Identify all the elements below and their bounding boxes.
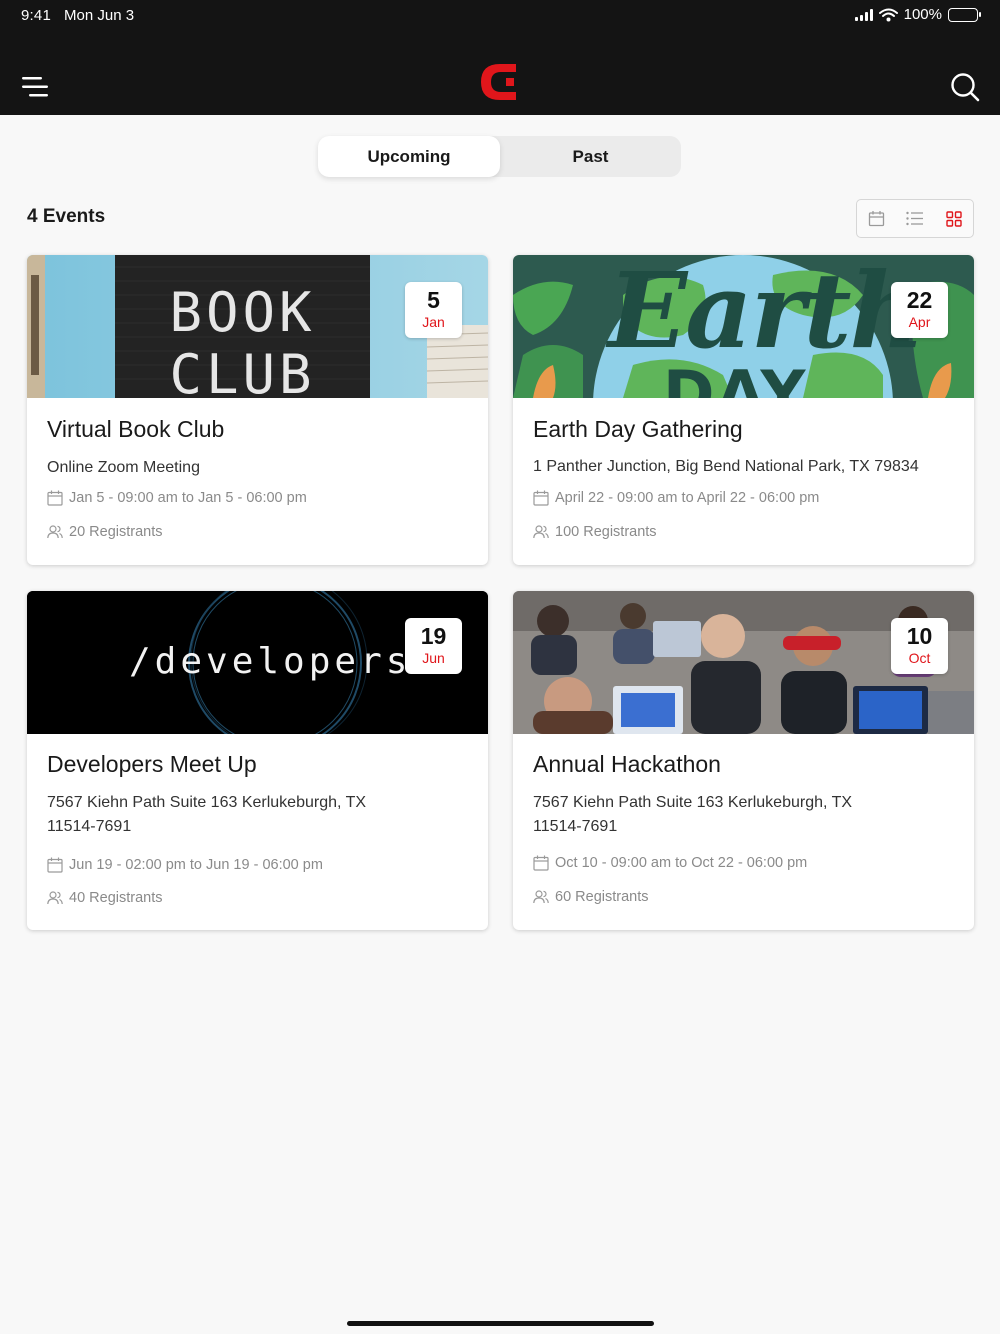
registrants-count: 60 Registrants [555, 889, 649, 905]
battery-icon [948, 7, 981, 22]
event-registrants: 40 Registrants [47, 890, 163, 906]
event-date-time: Jun 19 - 02:00 pm to Jun 19 - 06:00 pm [47, 857, 323, 873]
event-date-time: April 22 - 09:00 am to April 22 - 06:00 … [533, 490, 819, 506]
event-registrants: 60 Registrants [533, 889, 649, 905]
registrants-count: 40 Registrants [69, 890, 163, 906]
earth-day-image-line-1: Earth [608, 255, 925, 372]
date-month: Oct [908, 650, 931, 666]
event-title: Annual Hackathon [533, 751, 721, 777]
status-time: 9:41 [21, 7, 51, 24]
menu-icon[interactable] [21, 76, 49, 98]
event-card[interactable]: 10 Oct Annual Hackathon 7567 Kiehn Path … [513, 591, 974, 930]
event-location: 7567 Kiehn Path Suite 163 Kerlukeburgh, … [533, 794, 853, 835]
cellular-signal-icon [854, 8, 873, 21]
event-date-time: Jan 5 - 09:00 am to Jan 5 - 06:00 pm [47, 490, 307, 506]
wifi-icon [878, 8, 898, 21]
registrants-count: 100 Registrants [555, 524, 657, 540]
status-indicators: 100% [854, 6, 981, 23]
event-date-time: Oct 10 - 09:00 am to Oct 22 - 06:00 pm [533, 855, 807, 871]
date-month: Jun [422, 650, 445, 666]
grid-view-icon [945, 210, 962, 227]
users-icon [533, 890, 549, 904]
users-icon [533, 525, 549, 539]
home-indicator[interactable] [347, 1321, 654, 1326]
battery-percent: 100% [903, 6, 942, 23]
book-club-image-line-2: CLUB [169, 343, 316, 398]
events-count: 4 Events [27, 206, 106, 227]
tab-upcoming[interactable]: Upcoming [318, 136, 500, 177]
upcoming-past-tabs: Upcoming Past [318, 136, 681, 177]
users-icon [47, 891, 63, 905]
book-club-image-line-1: BOOK [169, 281, 316, 344]
status-date: Mon Jun 3 [64, 7, 135, 24]
date-badge: 10 Oct [891, 618, 948, 674]
event-when: Jun 19 - 02:00 pm to Jun 19 - 06:00 pm [69, 857, 323, 873]
event-registrants: 20 Registrants [47, 524, 163, 540]
view-toggle [856, 199, 974, 238]
event-card[interactable]: BOOK CLUB 5 Jan Virtual Book Club Online… [27, 255, 488, 565]
event-location: 1 Panther Junction, Big Bend National Pa… [533, 458, 919, 475]
event-title: Earth Day Gathering [533, 416, 743, 442]
event-location: 7567 Kiehn Path Suite 163 Kerlukeburgh, … [47, 794, 367, 835]
date-day: 10 [906, 623, 933, 649]
users-icon [47, 525, 63, 539]
search-icon[interactable] [950, 72, 980, 102]
list-view-icon [906, 211, 923, 226]
date-day: 22 [906, 287, 933, 313]
brand-logo-icon [481, 64, 516, 100]
date-day: 5 [427, 287, 440, 313]
event-when: Jan 5 - 09:00 am to Jan 5 - 06:00 pm [69, 490, 307, 506]
calendar-icon [533, 855, 549, 871]
date-badge: 19 Jun [405, 618, 462, 674]
date-badge: 5 Jan [405, 282, 462, 338]
event-title: Developers Meet Up [47, 751, 257, 777]
event-title: Virtual Book Club [47, 416, 225, 442]
calendar-icon [47, 857, 63, 873]
date-badge: 22 Apr [891, 282, 948, 338]
developers-image-text: /developers [129, 641, 412, 682]
event-when: Oct 10 - 09:00 am to Oct 22 - 06:00 pm [555, 855, 808, 871]
calendar-icon [533, 490, 549, 506]
event-location: Online Zoom Meeting [47, 459, 200, 476]
list-view-button[interactable] [896, 200, 935, 237]
event-registrants: 100 Registrants [533, 524, 657, 540]
calendar-view-icon [868, 211, 884, 227]
date-month: Apr [908, 314, 931, 330]
event-card[interactable]: /developers 19 Jun Developers Meet Up 75… [27, 591, 488, 930]
earth-day-image-line-2: DAY [663, 357, 808, 398]
top-bar: 9:41 Mon Jun 3 100% [0, 0, 1000, 115]
calendar-icon [47, 490, 63, 506]
date-day: 19 [420, 623, 447, 649]
event-card[interactable]: Earth DAY 22 Apr Earth Day Gathering 1 P… [513, 255, 974, 565]
grid-view-button[interactable] [934, 200, 973, 237]
date-month: Jan [422, 314, 445, 330]
calendar-view-button[interactable] [857, 200, 896, 237]
registrants-count: 20 Registrants [69, 524, 163, 540]
event-when: April 22 - 09:00 am to April 22 - 06:00 … [555, 490, 820, 506]
tab-past[interactable]: Past [500, 136, 681, 177]
